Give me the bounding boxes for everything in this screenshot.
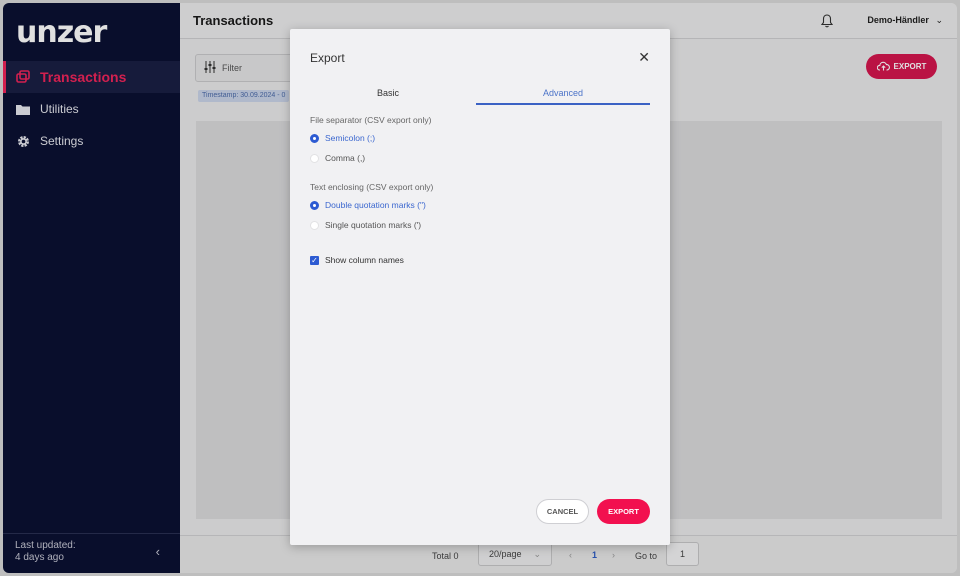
export-tabs: Basic Advanced: [310, 83, 650, 105]
dialog-title: Export: [310, 51, 345, 65]
radio-label: Single quotation marks ('): [325, 220, 422, 230]
export-confirm-button[interactable]: EXPORT: [597, 499, 650, 524]
radio-button[interactable]: [310, 220, 319, 230]
checkbox-label: Show column names: [325, 255, 404, 265]
cancel-button[interactable]: CANCEL: [536, 499, 589, 524]
radio-label: Comma (,): [325, 153, 366, 163]
text-enclosing-label: Text enclosing (CSV export only): [310, 182, 434, 192]
radio-button[interactable]: [310, 200, 319, 210]
checkmark-icon[interactable]: ✓: [310, 255, 319, 265]
tab-basic[interactable]: Basic: [310, 83, 466, 105]
radio-label: Semicolon (;): [325, 133, 376, 143]
radio-button[interactable]: [310, 133, 319, 143]
show-column-names-checkbox[interactable]: ✓ Show column names: [310, 255, 404, 265]
tab-advanced[interactable]: Advanced: [476, 83, 650, 105]
radio-single-quotes[interactable]: Single quotation marks ('): [310, 220, 421, 230]
radio-semicolon[interactable]: Semicolon (;): [310, 133, 375, 143]
radio-button[interactable]: [310, 153, 319, 163]
export-dialog: Export ✕ Basic Advanced File separator (…: [290, 29, 670, 545]
close-icon[interactable]: ✕: [638, 49, 650, 66]
file-separator-label: File separator (CSV export only): [310, 115, 432, 125]
radio-double-quotes[interactable]: Double quotation marks ("): [310, 200, 426, 210]
radio-label: Double quotation marks ("): [325, 200, 426, 210]
radio-comma[interactable]: Comma (,): [310, 153, 365, 163]
